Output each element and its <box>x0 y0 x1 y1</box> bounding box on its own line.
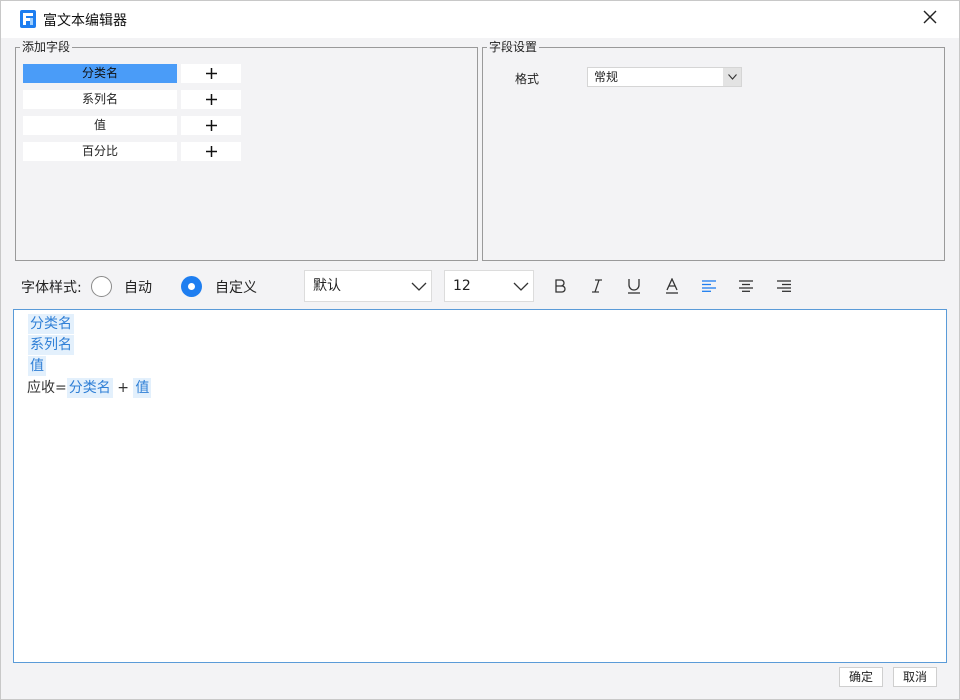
window-title: 富文本编辑器 <box>43 13 127 29</box>
radio-custom[interactable] <box>181 276 202 297</box>
add-value-button[interactable] <box>181 116 241 135</box>
field-item-category[interactable]: 分类名 <box>23 64 177 83</box>
editor-line-4: 应收= 分类名 + 值 <box>27 378 152 398</box>
cancel-button[interactable]: 取消 <box>893 667 937 687</box>
field-item-series[interactable]: 系列名 <box>23 90 177 109</box>
chevron-down-icon <box>411 282 427 291</box>
rich-text-editor[interactable]: 分类名 系列名 值 应收= 分类名 + 值 <box>13 309 947 663</box>
align-right-icon[interactable] <box>774 276 794 296</box>
format-value: 常规 <box>594 70 619 84</box>
add-category-button[interactable] <box>181 64 241 83</box>
font-size-dropdown[interactable]: 12 <box>444 270 534 302</box>
rich-text-editor-dialog: 富文本编辑器 添加字段 分类名 系列名 值 百分比 字段设置 格式 常规 字体样… <box>0 0 960 700</box>
underline-icon[interactable] <box>624 276 644 296</box>
font-family-dropdown[interactable]: 默认 <box>304 270 432 302</box>
close-icon <box>923 10 937 28</box>
format-select[interactable]: 常规 <box>587 67 742 87</box>
formula-operator: + <box>117 380 129 396</box>
add-field-group: 添加字段 分类名 系列名 值 百分比 <box>15 39 478 261</box>
add-percent-button[interactable] <box>181 142 241 161</box>
field-row-value: 值 <box>23 116 241 135</box>
font-color-icon[interactable] <box>662 276 682 296</box>
font-family-value: 默认 <box>313 278 341 294</box>
field-chip-category[interactable]: 分类名 <box>28 314 74 334</box>
add-field-legend: 添加字段 <box>20 39 73 55</box>
italic-icon[interactable] <box>587 276 607 296</box>
plus-icon <box>205 146 217 157</box>
title-bar: 富文本编辑器 <box>0 0 960 38</box>
radio-auto[interactable] <box>91 276 112 297</box>
plus-icon <box>205 94 217 105</box>
field-chip-value[interactable]: 值 <box>133 378 152 398</box>
font-style-label: 字体样式: <box>21 280 82 296</box>
align-left-icon[interactable] <box>699 276 719 296</box>
fine-report-logo-icon <box>20 10 36 28</box>
format-label: 格式 <box>515 72 540 86</box>
field-item-percent[interactable]: 百分比 <box>23 142 177 161</box>
formula-prefix: 应收= <box>27 380 67 396</box>
font-size-value: 12 <box>453 278 471 294</box>
field-settings-legend: 字段设置 <box>487 39 540 55</box>
field-row-percent: 百分比 <box>23 142 241 161</box>
chevron-down-icon <box>723 68 741 86</box>
field-item-value[interactable]: 值 <box>23 116 177 135</box>
chevron-down-icon <box>513 282 529 291</box>
font-style-toolbar: 字体样式: 自动 自定义 默认 12 <box>0 266 960 306</box>
editor-line-3: 值 <box>28 356 46 376</box>
field-chip-value[interactable]: 值 <box>28 356 46 376</box>
add-series-button[interactable] <box>181 90 241 109</box>
plus-icon <box>205 68 217 79</box>
field-chip-category[interactable]: 分类名 <box>66 378 113 398</box>
editor-line-1: 分类名 <box>28 314 74 334</box>
align-center-icon[interactable] <box>736 276 756 296</box>
ok-button[interactable]: 确定 <box>839 667 883 687</box>
close-button[interactable] <box>914 3 946 35</box>
editor-line-2: 系列名 <box>28 335 74 355</box>
field-row-series: 系列名 <box>23 90 241 109</box>
radio-custom-label[interactable]: 自定义 <box>215 277 257 297</box>
field-chip-series[interactable]: 系列名 <box>28 335 74 355</box>
plus-icon <box>205 120 217 131</box>
field-row-category: 分类名 <box>23 64 241 83</box>
radio-auto-label[interactable]: 自动 <box>124 277 152 297</box>
bold-icon[interactable] <box>550 276 570 296</box>
field-settings-group: 字段设置 格式 常规 <box>482 39 945 261</box>
